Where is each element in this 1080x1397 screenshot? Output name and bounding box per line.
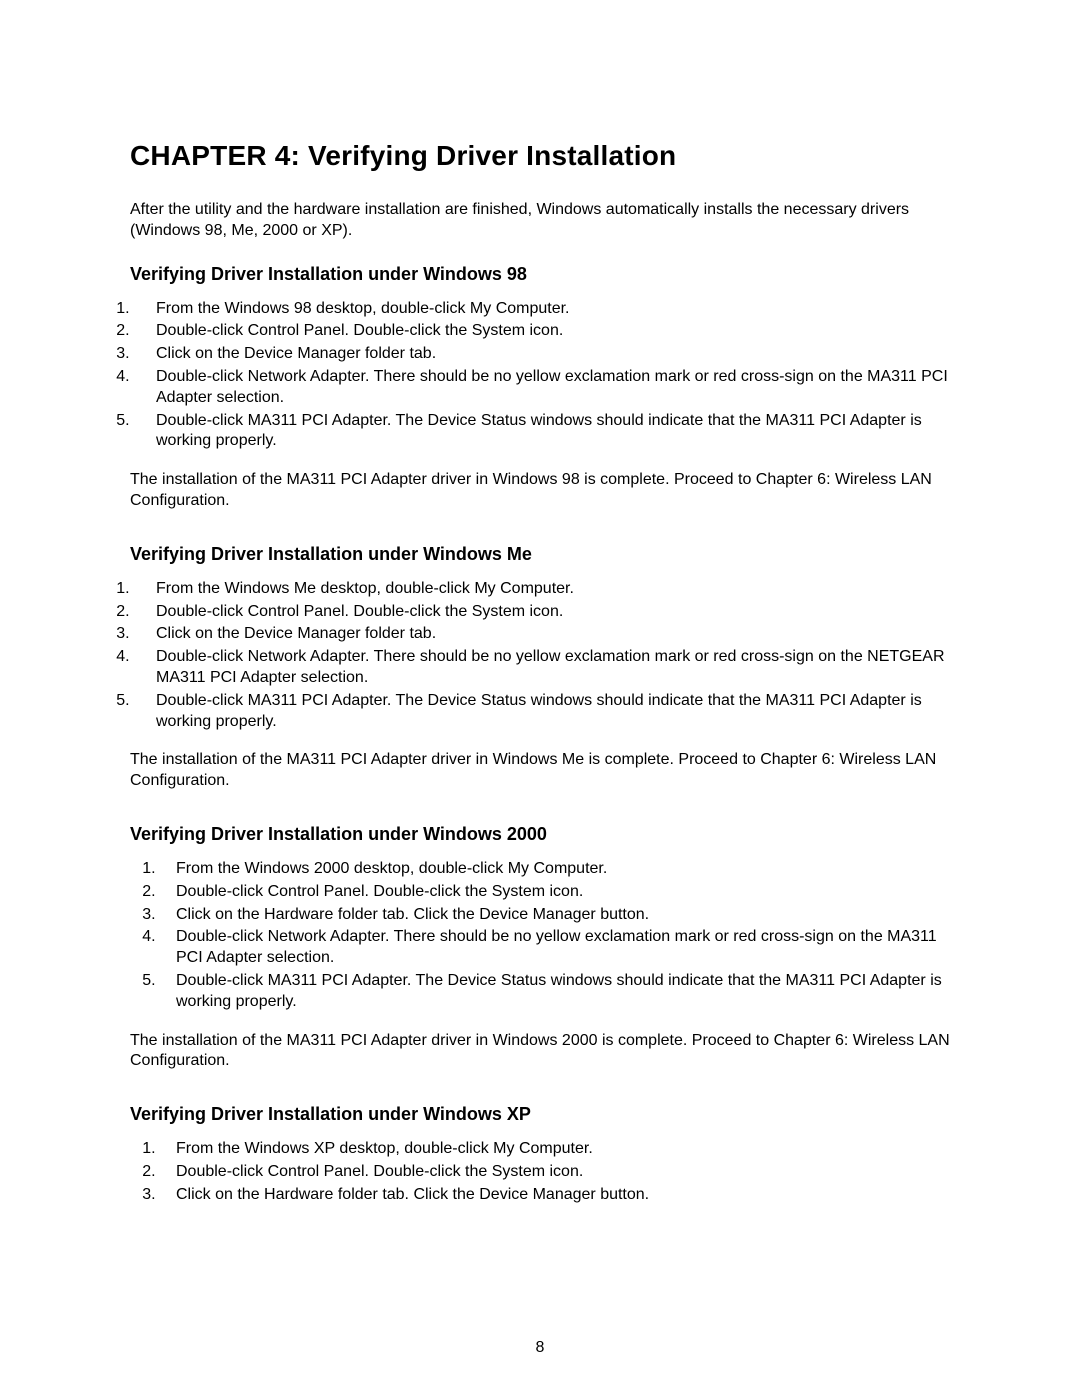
list-item: Double-click Control Panel. Double-click… xyxy=(160,882,950,903)
step-list: From the Windows 98 desktop, double-clic… xyxy=(130,299,950,453)
section-winxp: Verifying Driver Installation under Wind… xyxy=(130,1104,950,1205)
list-item: Click on the Hardware folder tab. Click … xyxy=(160,1185,950,1206)
list-item: Double-click MA311 PCI Adapter. The Devi… xyxy=(134,411,950,453)
list-item: From the Windows 2000 desktop, double-cl… xyxy=(160,859,950,880)
section-winme: Verifying Driver Installation under Wind… xyxy=(130,544,950,792)
step-list: From the Windows XP desktop, double-clic… xyxy=(130,1139,950,1205)
section-heading: Verifying Driver Installation under Wind… xyxy=(130,824,950,845)
section-after: The installation of the MA311 PCI Adapte… xyxy=(130,470,950,512)
list-item: Double-click Network Adapter. There shou… xyxy=(134,367,950,409)
list-item: Double-click Control Panel. Double-click… xyxy=(134,321,950,342)
section-heading: Verifying Driver Installation under Wind… xyxy=(130,264,950,285)
list-item: Click on the Device Manager folder tab. xyxy=(134,344,950,365)
step-list: From the Windows Me desktop, double-clic… xyxy=(130,579,950,733)
step-list: From the Windows 2000 desktop, double-cl… xyxy=(130,859,950,1013)
list-item: Double-click MA311 PCI Adapter. The Devi… xyxy=(160,971,950,1013)
page-number: 8 xyxy=(0,1339,1080,1357)
list-item: Double-click Network Adapter. There shou… xyxy=(160,927,950,969)
list-item: Double-click MA311 PCI Adapter. The Devi… xyxy=(134,691,950,733)
section-win98: Verifying Driver Installation under Wind… xyxy=(130,264,950,512)
list-item: Click on the Device Manager folder tab. xyxy=(134,624,950,645)
list-item: From the Windows XP desktop, double-clic… xyxy=(160,1139,950,1160)
section-heading: Verifying Driver Installation under Wind… xyxy=(130,1104,950,1125)
list-item: Double-click Control Panel. Double-click… xyxy=(134,602,950,623)
list-item: Double-click Control Panel. Double-click… xyxy=(160,1162,950,1183)
list-item: Double-click Network Adapter. There shou… xyxy=(134,647,950,689)
section-win2000: Verifying Driver Installation under Wind… xyxy=(130,824,950,1072)
section-after: The installation of the MA311 PCI Adapte… xyxy=(130,1031,950,1073)
list-item: From the Windows 98 desktop, double-clic… xyxy=(134,299,950,320)
document-page: CHAPTER 4: Verifying Driver Installation… xyxy=(0,0,1080,1397)
intro-paragraph: After the utility and the hardware insta… xyxy=(130,200,950,242)
section-after: The installation of the MA311 PCI Adapte… xyxy=(130,750,950,792)
chapter-title: CHAPTER 4: Verifying Driver Installation xyxy=(130,140,950,172)
chapter-prefix: CHAPTER 4: xyxy=(130,140,300,171)
chapter-name: Verifying Driver Installation xyxy=(308,140,676,171)
list-item: Click on the Hardware folder tab. Click … xyxy=(160,905,950,926)
list-item: From the Windows Me desktop, double-clic… xyxy=(134,579,950,600)
section-heading: Verifying Driver Installation under Wind… xyxy=(130,544,950,565)
